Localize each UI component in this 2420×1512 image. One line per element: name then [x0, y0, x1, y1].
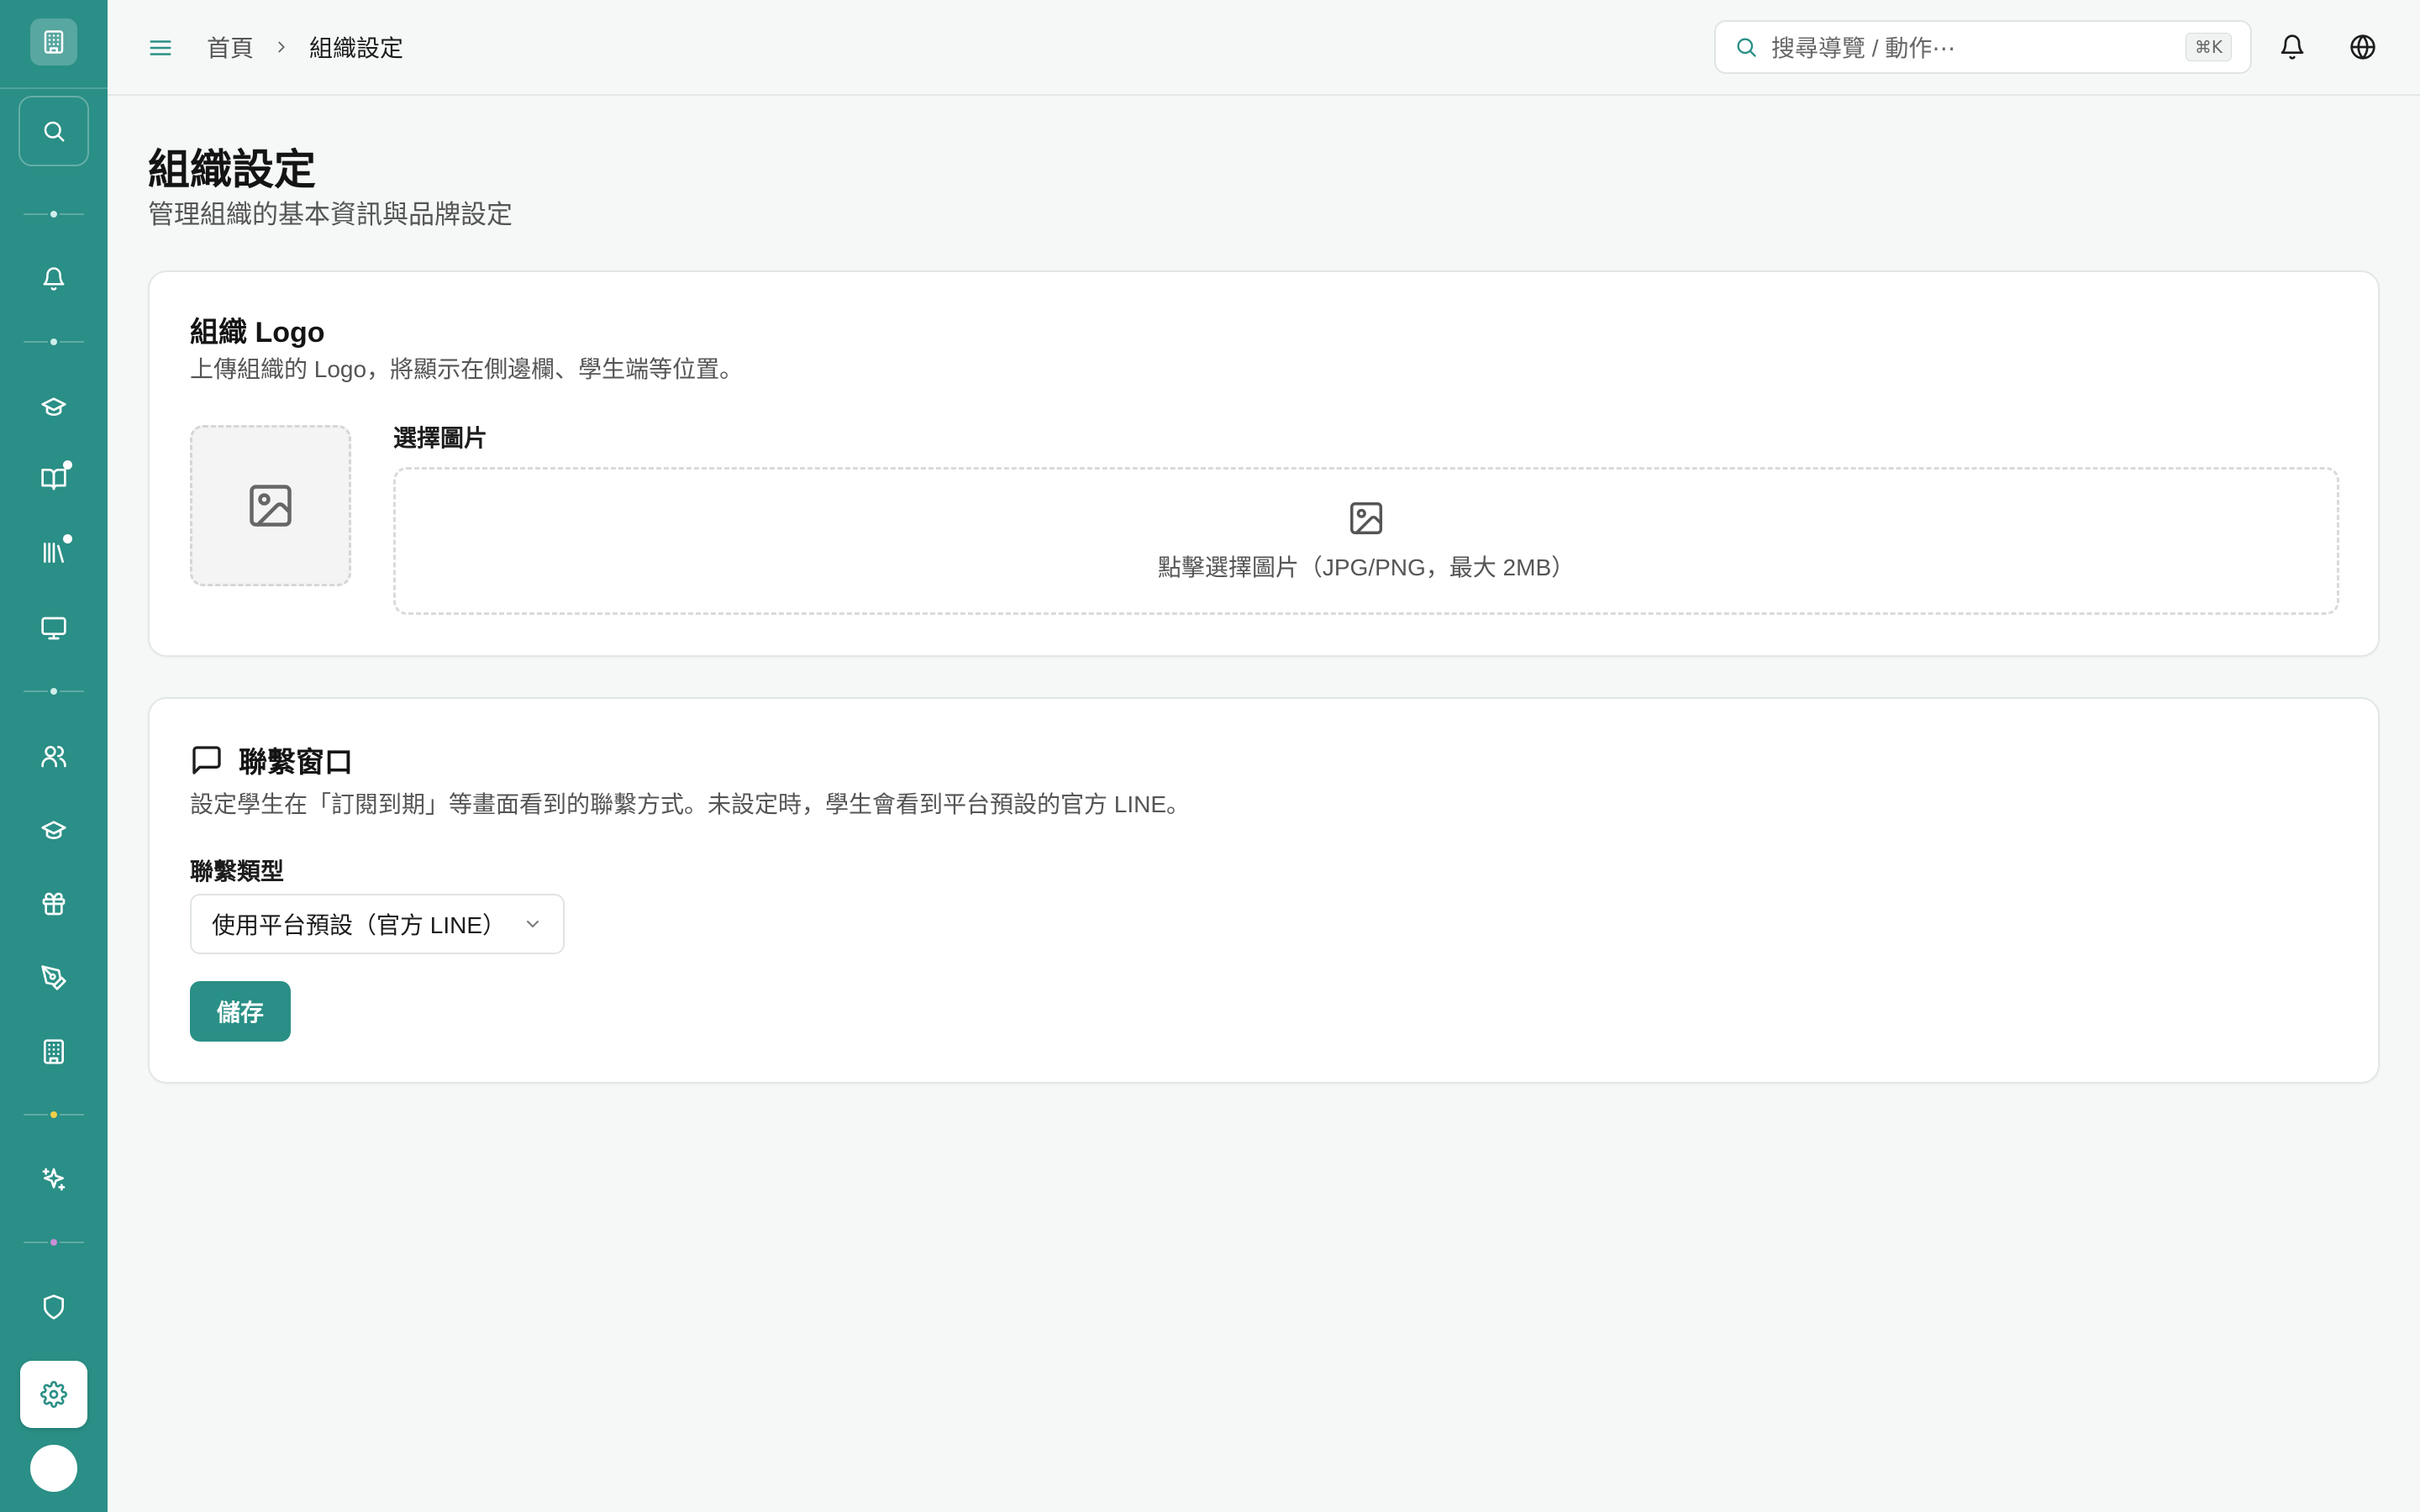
sidebar-separator: [24, 1109, 84, 1121]
sidebar-divider: [0, 87, 108, 89]
users-icon: [41, 746, 66, 768]
search-icon: [44, 121, 65, 142]
menu-toggle-button[interactable]: [141, 29, 180, 67]
search-placeholder: 搜尋導覽 / 動作⋯: [1771, 35, 1956, 61]
contact-type-select[interactable]: 使用平台預設（官方 LINE）: [190, 894, 565, 954]
save-button[interactable]: 儲存: [190, 981, 291, 1042]
sidebar-separator: [24, 208, 84, 220]
chevron-right-icon: [278, 41, 285, 53]
gift-icon: [42, 892, 66, 916]
sparkles-icon: [42, 1168, 66, 1191]
notification-dot: [63, 534, 72, 543]
bell-icon: [2281, 34, 2304, 60]
shield-icon: [44, 1294, 64, 1320]
book-open-icon: [41, 469, 66, 491]
contact-card-description: 設定學生在「訂閱到期」等畫面看到的聯繫方式。未設定時，學生會看到平台預設的官方 …: [190, 791, 1191, 817]
separator-dot: [48, 685, 60, 697]
global-search-input[interactable]: 搜尋導覽 / 動作⋯ ⌘K: [1714, 20, 2252, 74]
org-logo[interactable]: [30, 18, 77, 66]
separator-dot: [48, 208, 60, 220]
chevron-down-icon: [527, 921, 539, 927]
building-icon: [44, 1039, 64, 1064]
separator-dot: [48, 1109, 60, 1121]
sidebar-separator: [24, 336, 84, 348]
message-square-icon: [192, 745, 221, 774]
image-dropzone[interactable]: 點擊選擇圖片（JPG/PNG，最大 2MB）: [393, 467, 2339, 615]
top-header: 首頁 組織設定 搜尋導覽 / 動作⋯ ⌘K: [108, 0, 2420, 96]
contact-card-title: 聯繫窗口: [239, 747, 353, 779]
separator-dot: [48, 336, 60, 348]
avatar[interactable]: [30, 1445, 77, 1492]
monitor-icon: [41, 617, 66, 640]
logo-card-title: 組織 Logo: [190, 317, 325, 349]
breadcrumb: 首頁 組織設定: [207, 30, 403, 64]
logo-preview: [190, 425, 351, 586]
building-icon: [44, 30, 64, 54]
contact-type-label: 聯繫類型: [190, 858, 285, 885]
contact-card-header: 聯繫窗口: [190, 739, 353, 780]
sidebar-item-users[interactable]: [30, 732, 77, 780]
image-placeholder-icon: [250, 485, 292, 527]
contact-type-value: 使用平台預設（官方 LINE）: [212, 912, 507, 938]
notification-dot: [63, 460, 72, 470]
sidebar-item-rewards[interactable]: [30, 880, 77, 927]
sidebar-item-security[interactable]: [30, 1284, 77, 1331]
breadcrumb-current: 組織設定: [309, 35, 404, 61]
page-title: 組織設定: [148, 146, 316, 193]
search-icon: [1737, 38, 1756, 57]
graduation-cap-icon: [41, 397, 66, 416]
separator-dot: [48, 1236, 60, 1248]
sidebar-item-ai[interactable]: [30, 1156, 77, 1203]
sidebar-item-materials[interactable]: [30, 455, 77, 502]
page-subtitle: 管理組織的基本資訊與品牌設定: [148, 200, 513, 229]
sidebar-item-organization[interactable]: [30, 1028, 77, 1075]
menu-icon: [150, 40, 171, 55]
breadcrumb-home-link[interactable]: 首頁: [207, 30, 254, 64]
globe-icon: [2350, 34, 2375, 60]
sidebar-search-button[interactable]: [18, 96, 89, 166]
sidebar-item-design[interactable]: [30, 954, 77, 1001]
sidebar-item-students[interactable]: [30, 806, 77, 853]
graduation-cap-icon: [41, 821, 66, 839]
logo-card: 組織 Logo 上傳組織的 Logo，將顯示在側邊欄、學生端等位置。 選擇圖片 …: [148, 270, 2380, 657]
sidebar-separator: [24, 1236, 84, 1248]
sidebar-separator: [24, 685, 84, 697]
sidebar: [0, 0, 108, 1512]
logo-card-description: 上傳組織的 Logo，將顯示在側邊欄、學生端等位置。: [190, 356, 744, 382]
search-shortcut-badge: ⌘K: [2185, 33, 2232, 61]
sidebar-item-classroom[interactable]: [30, 605, 77, 652]
image-picker-label: 選擇圖片: [393, 425, 488, 451]
notifications-button[interactable]: [2270, 25, 2314, 69]
language-button[interactable]: [2341, 25, 2385, 69]
sidebar-item-courses[interactable]: [30, 383, 77, 430]
sidebar-item-library[interactable]: [30, 529, 77, 576]
sidebar-item-settings[interactable]: [20, 1361, 87, 1428]
pen-tool-icon: [41, 965, 66, 990]
library-icon: [44, 543, 64, 563]
bell-icon: [43, 267, 65, 291]
contact-card: 聯繫窗口 設定學生在「訂閱到期」等畫面看到的聯繫方式。未設定時，學生會看到平台預…: [148, 697, 2380, 1084]
settings-icon: [40, 1381, 67, 1408]
sidebar-item-notifications[interactable]: [30, 255, 77, 302]
image-icon: [1350, 502, 1382, 534]
dropzone-text: 點擊選擇圖片（JPG/PNG，最大 2MB）: [1157, 554, 1576, 580]
